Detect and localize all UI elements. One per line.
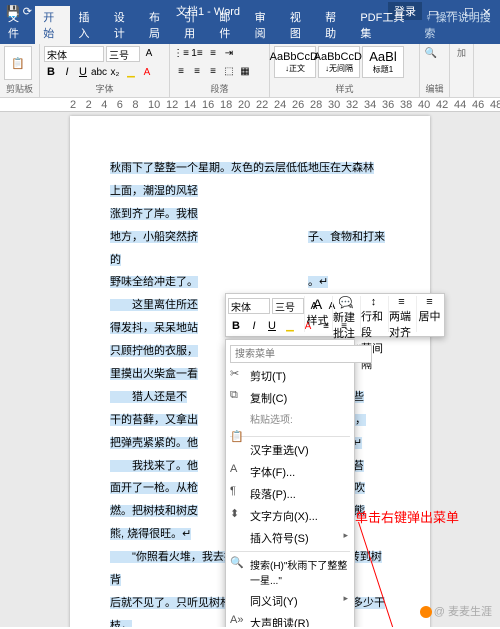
- multilevel-icon[interactable]: ≡: [206, 46, 220, 60]
- italic-icon[interactable]: I: [60, 65, 74, 79]
- group-clipboard: 剪贴板: [4, 82, 35, 95]
- mini-toolbar: A A ✎ B I U ▁ A ≡ ≡ A样式 💬新建 批注 ↕行和段 落间隔 …: [225, 293, 445, 337]
- font-family-select[interactable]: [44, 46, 104, 62]
- style-heading1[interactable]: AaBl标题1: [362, 46, 404, 78]
- find-icon[interactable]: 🔍: [424, 46, 438, 60]
- bold-icon[interactable]: B: [44, 65, 58, 79]
- context-menu: ✂剪切(T) ⧉复制(C) 粘贴选项: 📋 汉字重选(V) A字体(F)... …: [225, 339, 355, 627]
- grow-font-icon[interactable]: A: [142, 46, 156, 60]
- copy-icon: ⧉: [230, 389, 244, 403]
- ctx-copy[interactable]: ⧉复制(C): [226, 387, 354, 409]
- document-area[interactable]: 秋雨下了整整一个星期。灰色的云层低低地压在大森林 上面，潮湿的风轻 涨到齐了岸。…: [0, 112, 500, 627]
- indent-icon[interactable]: ⇥: [222, 46, 236, 60]
- tell-me-search[interactable]: ♀ 操作说明搜索: [416, 6, 500, 44]
- group-editing: 编辑: [424, 82, 445, 95]
- tab-mailings[interactable]: 邮件: [211, 6, 246, 44]
- sub-icon[interactable]: x₂: [108, 65, 122, 79]
- strike-icon[interactable]: abc: [92, 65, 106, 79]
- group-paragraph: 段落: [174, 82, 265, 95]
- font-size-select[interactable]: [106, 46, 140, 62]
- tab-references[interactable]: 引用: [176, 6, 211, 44]
- ctx-hanzi[interactable]: 汉字重选(V): [226, 439, 354, 461]
- tab-insert[interactable]: 插入: [70, 6, 105, 44]
- watermark: @ 麦麦生涯: [420, 603, 492, 619]
- ctx-synonyms[interactable]: 同义词(Y): [226, 590, 354, 612]
- borders-icon[interactable]: ▦: [238, 64, 252, 78]
- align-center-icon[interactable]: ≡: [190, 64, 204, 78]
- ctx-read-aloud[interactable]: A»大声朗读(R): [226, 612, 354, 627]
- align-right-icon[interactable]: ≡: [206, 64, 220, 78]
- mini-italic-icon[interactable]: I: [246, 318, 262, 334]
- direction-icon: ⬍: [230, 507, 244, 521]
- shading-icon[interactable]: ⬚: [222, 64, 236, 78]
- ctx-paste-options-label: 粘贴选项:: [226, 409, 354, 428]
- ctx-cut[interactable]: ✂剪切(T): [226, 365, 354, 387]
- mini-font-family[interactable]: [228, 298, 270, 314]
- font-color-icon[interactable]: A: [140, 65, 154, 79]
- align-left-icon[interactable]: ≡: [174, 64, 188, 78]
- underline-icon[interactable]: U: [76, 65, 90, 79]
- tab-review[interactable]: 审阅: [247, 6, 282, 44]
- separator: [230, 436, 350, 437]
- mini-bold-icon[interactable]: B: [228, 318, 244, 334]
- numbering-icon[interactable]: 1≡: [190, 46, 204, 60]
- group-font: 字体: [44, 82, 165, 95]
- tab-layout[interactable]: 布局: [141, 6, 176, 44]
- ctx-text-direction[interactable]: ⬍文字方向(X)...: [226, 505, 354, 527]
- mini-font-size[interactable]: [272, 298, 304, 314]
- tab-pdf[interactable]: PDF工具集: [352, 6, 416, 44]
- ctx-search-input[interactable]: [230, 345, 372, 363]
- group-addins: 加: [454, 46, 469, 59]
- mini-justify[interactable]: ≡两端对齐: [388, 296, 414, 332]
- ctx-font[interactable]: A字体(F)...: [226, 461, 354, 483]
- ctx-insert-symbol[interactable]: 插入符号(S): [226, 527, 354, 549]
- tab-file[interactable]: 文件: [0, 6, 35, 44]
- ctx-smart-lookup[interactable]: 🔍搜索(H)"秋雨下了整整一星...": [226, 554, 354, 590]
- weibo-icon: [420, 606, 432, 618]
- mini-new-comment[interactable]: 💬新建 批注: [332, 296, 358, 332]
- ruler[interactable]: 2246810121416182022242628303234363840424…: [0, 98, 500, 112]
- ribbon: 📋 剪贴板 A B I U abc x₂ ▁ A 字体 ⋮≡ 1≡ ≡ ⇥ ≡ …: [0, 44, 500, 98]
- tab-design[interactable]: 设计: [106, 6, 141, 44]
- search-icon: 🔍: [230, 556, 244, 570]
- highlight-icon[interactable]: ▁: [124, 65, 138, 79]
- group-styles: 样式: [274, 82, 415, 95]
- speaker-icon: A»: [230, 614, 244, 627]
- font-icon: A: [230, 463, 244, 477]
- style-nospacing[interactable]: AaBbCcDi↓无间隔: [318, 46, 360, 78]
- ribbon-tabs: 文件 开始 插入 设计 布局 引用 邮件 审阅 视图 帮助 PDF工具集 ♀ 操…: [0, 22, 500, 44]
- mini-line-spacing[interactable]: ↕行和段 落间隔: [360, 296, 386, 332]
- bullets-icon[interactable]: ⋮≡: [174, 46, 188, 60]
- mini-underline-icon[interactable]: U: [264, 318, 280, 334]
- tab-home[interactable]: 开始: [35, 6, 70, 44]
- ctx-paste-option[interactable]: 📋: [226, 428, 354, 434]
- mini-highlight-icon[interactable]: ▁: [282, 318, 298, 334]
- mini-center[interactable]: ≡居中: [416, 296, 442, 332]
- paste-button[interactable]: 📋: [4, 46, 32, 80]
- tab-help[interactable]: 帮助: [317, 6, 352, 44]
- ctx-paragraph[interactable]: ¶段落(P)...: [226, 483, 354, 505]
- annotation-text: 单击右键弹出菜单: [355, 507, 459, 526]
- separator: [230, 551, 350, 552]
- paragraph-icon: ¶: [230, 485, 244, 499]
- mini-styles[interactable]: A样式: [304, 296, 330, 332]
- tab-view[interactable]: 视图: [282, 6, 317, 44]
- scissors-icon: ✂: [230, 367, 244, 381]
- style-normal[interactable]: AaBbCcDi↓正文: [274, 46, 316, 78]
